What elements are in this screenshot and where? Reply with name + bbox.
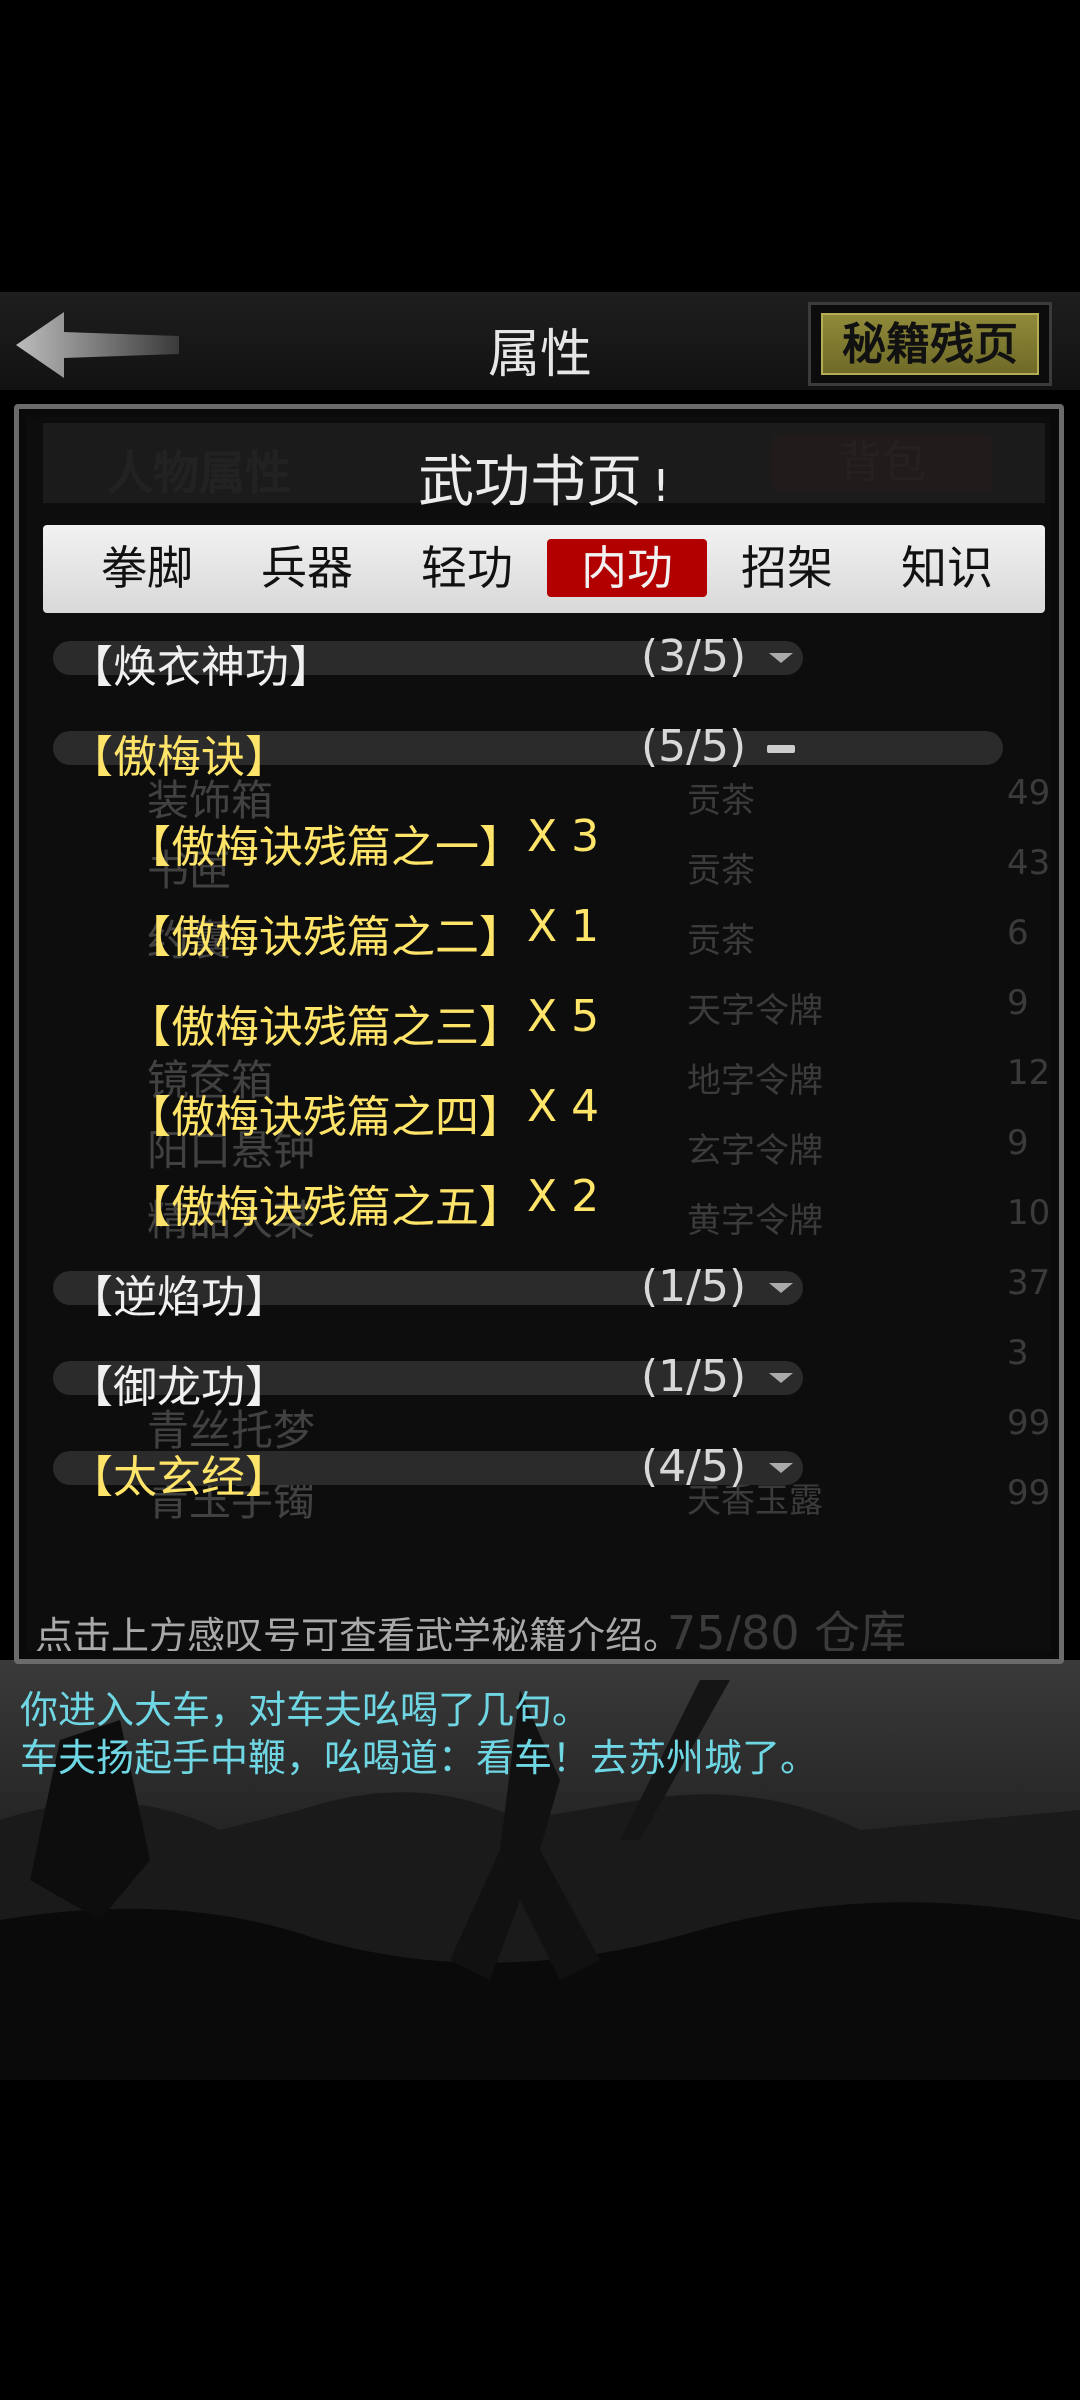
fragment-qty: X 2 (527, 1171, 600, 1222)
skill-row[interactable]: 【焕衣神功】 (3/5) (27, 617, 1051, 697)
fragment-row: 【傲梅诀残篇之一】 X 3 (27, 797, 1051, 877)
message-line: 车夫扬起手中鞭，吆喝道：看车！去苏州城了。 (20, 1736, 819, 1780)
section-title: 武功书页! (43, 437, 1045, 518)
fragment-row: 【傲梅诀残篇之二】 X 1 (27, 887, 1051, 967)
skill-count: (1/5) (641, 1351, 747, 1402)
hint-text: 点击上方感叹号可查看武学秘籍介绍。 (35, 1614, 682, 1651)
collapse-minus-icon (767, 745, 795, 753)
secret-fragments-label: 秘籍残页 (821, 313, 1039, 375)
skill-row[interactable]: 【逆焰功】 (1/5) (27, 1247, 1051, 1327)
category-tabs: 拳脚 兵器 轻功 内功 招架 知识 (43, 525, 1045, 613)
screen: 属性 秘籍残页 人物属性 背包 装饰箱贡茶49 书匣贡茶43 约囊贡茶6 天字令… (0, 0, 1080, 2400)
tab-lightness[interactable]: 轻功 (387, 539, 547, 597)
bg-item-list: 装饰箱 贡茶 49 书匣 贡茶 43 约囊 贡茶 6 天字令牌 9 镜奁箱 地字令牌 12 阳口悬… (87, 767, 1050, 1537)
tab-parry[interactable]: 招架 (707, 539, 867, 597)
panel-content: 人物属性 背包 装饰箱贡茶49 书匣贡茶43 约囊贡茶6 天字令牌9 镜奁箱地字… (27, 417, 1051, 1651)
skill-count: (3/5) (641, 631, 747, 682)
tab-fist[interactable]: 拳脚 (67, 539, 227, 597)
message-line: 你进入大车，对车夫吆喝了几句。 (20, 1688, 591, 1732)
chevron-down-icon (769, 1283, 793, 1293)
skill-count: (5/5) (641, 721, 747, 772)
skill-name: 【御龙功】 (69, 1362, 289, 1413)
chevron-down-icon (769, 1373, 793, 1383)
tab-knowledge[interactable]: 知识 (867, 539, 1027, 597)
fragment-name: 【傲梅诀残篇之三】 (127, 1002, 523, 1053)
info-exclamation-icon[interactable]: ! (652, 461, 670, 512)
skill-name: 【逆焰功】 (69, 1272, 289, 1323)
skill-name: 【傲梅诀】 (69, 732, 289, 783)
fragment-qty: X 5 (527, 991, 600, 1042)
message-log: 你进入大车，对车夫吆喝了几句。 车夫扬起手中鞭，吆喝道：看车！去苏州城了。 (20, 1686, 1060, 1782)
main-panel: 人物属性 背包 装饰箱贡茶49 书匣贡茶43 约囊贡茶6 天字令牌9 镜奁箱地字… (14, 404, 1064, 1664)
fragment-name: 【傲梅诀残篇之二】 (127, 912, 523, 963)
fragment-row: 【傲梅诀残篇之三】 X 5 (27, 977, 1051, 1057)
bg-storage-count: 75/80 仓库 (667, 1606, 907, 1651)
fragment-qty: X 1 (527, 901, 600, 952)
tab-inner-skill[interactable]: 内功 (547, 539, 707, 597)
secret-fragments-button[interactable]: 秘籍残页 (808, 302, 1052, 386)
header-bar: 属性 秘籍残页 (0, 292, 1080, 390)
skill-row[interactable]: 【御龙功】 (1/5) (27, 1337, 1051, 1417)
fragment-qty: X 3 (527, 811, 600, 862)
fragment-qty: X 4 (527, 1081, 600, 1132)
tab-weapon[interactable]: 兵器 (227, 539, 387, 597)
fragment-name: 【傲梅诀残篇之一】 (127, 822, 523, 873)
skill-name: 【焕衣神功】 (69, 642, 333, 693)
fragment-row: 【傲梅诀残篇之五】 X 2 (27, 1157, 1051, 1237)
skill-count: (4/5) (641, 1441, 747, 1492)
fragment-name: 【傲梅诀残篇之五】 (127, 1182, 523, 1233)
section-header: 武功书页! (43, 423, 1045, 515)
fragment-row: 【傲梅诀残篇之四】 X 4 (27, 1067, 1051, 1147)
section-title-text: 武功书页 (418, 450, 643, 515)
chevron-down-icon (769, 653, 793, 663)
fragment-name: 【傲梅诀残篇之四】 (127, 1092, 523, 1143)
skill-count: (1/5) (641, 1261, 747, 1312)
skill-name: 【太玄经】 (69, 1452, 289, 1503)
skill-row-expanded[interactable]: 【傲梅诀】 (5/5) (27, 707, 1051, 787)
chevron-down-icon (769, 1463, 793, 1473)
skill-row[interactable]: 【太玄经】 (4/5) (27, 1427, 1051, 1507)
